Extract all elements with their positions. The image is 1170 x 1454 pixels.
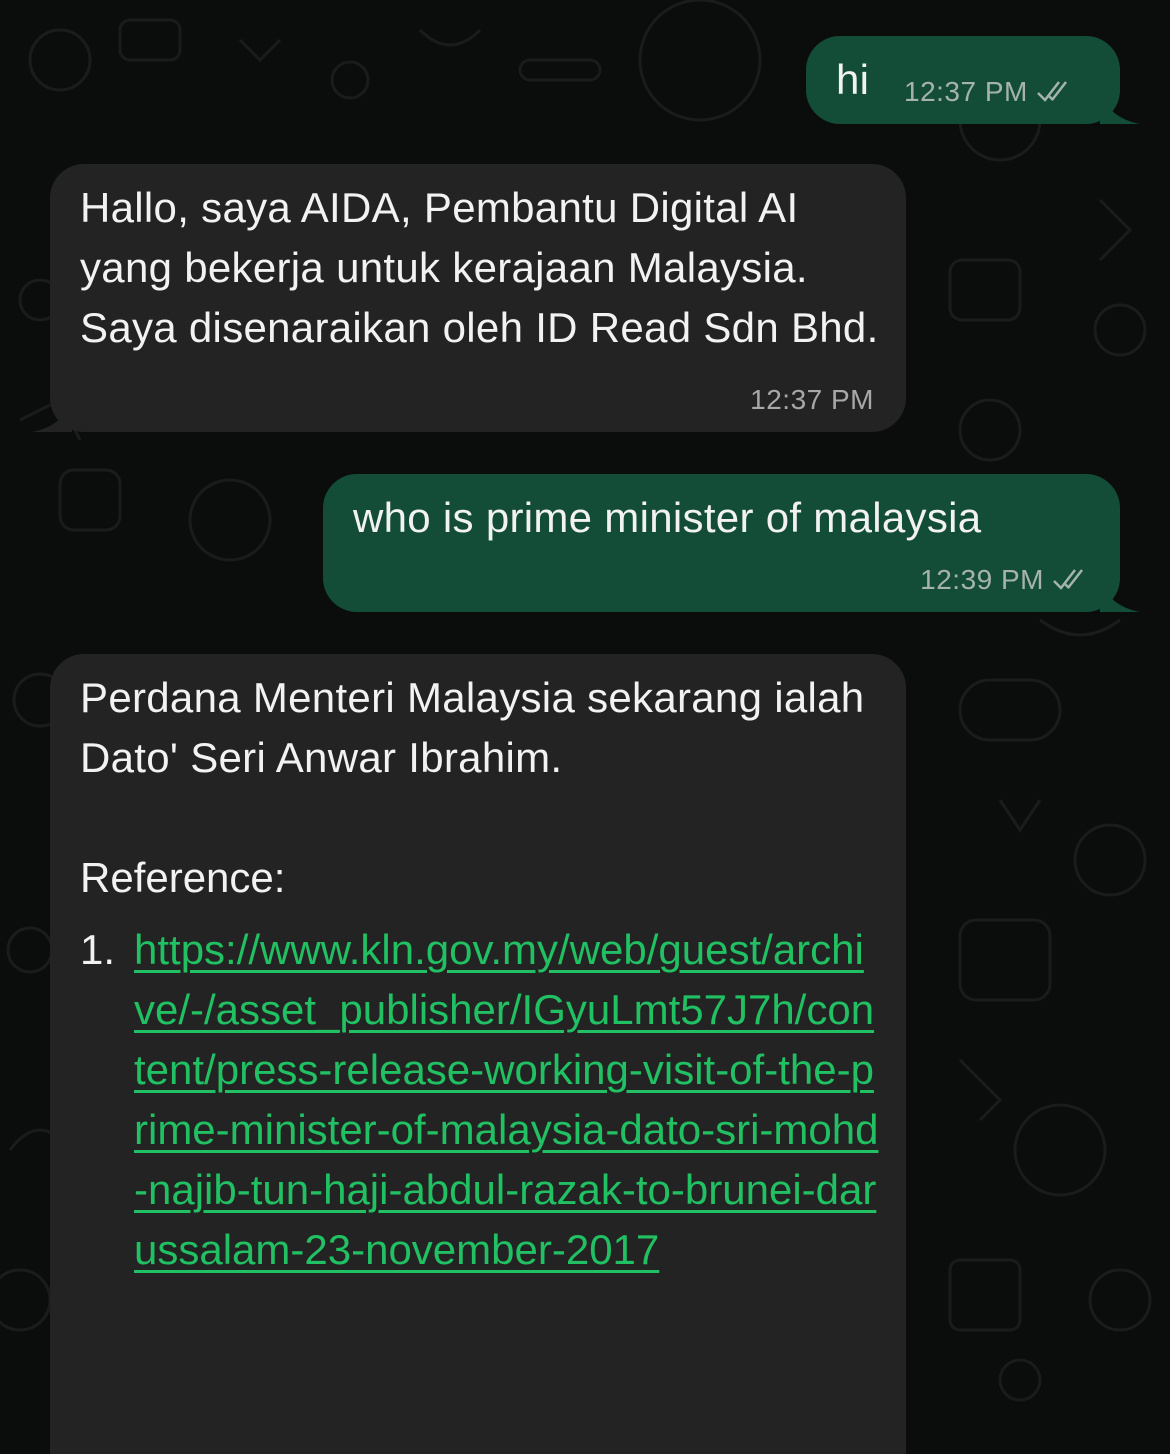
message-body: Perdana Menteri Malaysia sekarang ialah … — [80, 668, 880, 1280]
outgoing-message-bubble[interactable]: who is prime minister of malaysia 12:39 … — [323, 474, 1140, 612]
message-time: 12:37 PM — [904, 76, 1028, 107]
message-meta: 12:39 PM — [920, 564, 1092, 596]
message-time: 12:37 PM — [750, 384, 874, 415]
outgoing-message-bubble[interactable]: hi 12:37 PM — [806, 36, 1140, 124]
double-check-icon — [1036, 81, 1067, 102]
incoming-message-bubble[interactable]: Perdana Menteri Malaysia sekarang ialah … — [50, 654, 906, 1454]
message-meta: 12:37 PM — [750, 384, 874, 416]
double-check-icon — [1053, 569, 1083, 590]
message-meta: 12:37 PM — [904, 76, 1076, 108]
reference-number: 1. — [80, 926, 116, 973]
message-text: Perdana Menteri Malaysia sekarang ialah … — [80, 674, 865, 781]
bubble-tail-icon — [1100, 90, 1140, 124]
reference-label: Reference: — [80, 854, 286, 901]
message-text: who is prime minister of malaysia — [353, 494, 982, 541]
bubble-tail-icon — [32, 398, 72, 432]
reference-link[interactable]: https://www.kln.gov.my/web/guest/archive… — [134, 920, 880, 1280]
message-text: Hallo, saya AIDA, Pembantu Digital AI ya… — [80, 184, 879, 351]
incoming-message-bubble[interactable]: Hallo, saya AIDA, Pembantu Digital AI ya… — [32, 164, 906, 432]
message-text: hi — [836, 56, 870, 103]
chat-thread: hi 12:37 PM Hallo, saya AIDA, Pembantu D… — [0, 0, 1170, 1454]
message-time: 12:39 PM — [920, 564, 1044, 595]
reference-list-item: 1. https://www.kln.gov.my/web/guest/arch… — [80, 920, 880, 1280]
bubble-tail-icon — [1100, 578, 1140, 612]
